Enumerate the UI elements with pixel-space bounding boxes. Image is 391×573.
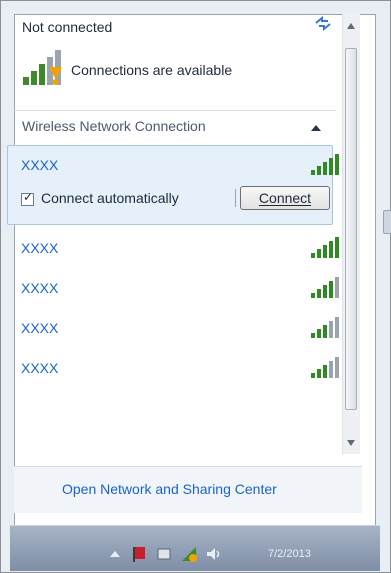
- chevron-up-icon[interactable]: [310, 123, 322, 133]
- chevron-up-icon[interactable]: [105, 545, 125, 563]
- open-network-sharing-center-link[interactable]: Open Network and Sharing Center: [62, 481, 277, 497]
- network-name[interactable]: XXXX: [21, 280, 58, 296]
- network-name[interactable]: XXXX: [21, 320, 58, 336]
- network-name[interactable]: XXXX: [21, 360, 58, 376]
- wifi-signal-icon: [311, 317, 339, 338]
- scrollbar[interactable]: [342, 14, 360, 454]
- volume-icon[interactable]: [204, 545, 224, 563]
- network-name[interactable]: XXXX: [21, 157, 58, 173]
- connection-status: Not connected: [22, 19, 113, 35]
- scroll-up-icon[interactable]: [346, 22, 356, 30]
- scroll-thumb[interactable]: [345, 48, 357, 410]
- wifi-signal-icon: [311, 277, 339, 298]
- wifi-signal-icon: [311, 237, 339, 258]
- availability-text: Connections are available: [71, 62, 233, 78]
- flag-icon[interactable]: [130, 545, 150, 563]
- window-edge-handle: [383, 210, 391, 234]
- network-tray-icon[interactable]: [180, 545, 200, 563]
- connect-button-label: Connect: [258, 190, 312, 206]
- scroll-down-icon[interactable]: [346, 439, 356, 447]
- connect-automatically-label[interactable]: Connect automatically: [41, 190, 179, 206]
- section-title[interactable]: Wireless Network Connection: [22, 118, 206, 134]
- device-icon[interactable]: [155, 545, 175, 563]
- divider: [14, 110, 336, 111]
- wifi-signal-icon: [311, 154, 339, 175]
- network-panel: [14, 14, 376, 526]
- network-name[interactable]: XXXX: [21, 240, 58, 256]
- taskbar-clock[interactable]: 7/2/2013: [268, 548, 311, 560]
- connect-automatically-checkbox[interactable]: [21, 190, 34, 206]
- wifi-signal-icon: [311, 357, 339, 378]
- refresh-icon[interactable]: [313, 13, 333, 33]
- connect-button[interactable]: Connect: [235, 186, 330, 210]
- network-warning-icon: [23, 50, 62, 85]
